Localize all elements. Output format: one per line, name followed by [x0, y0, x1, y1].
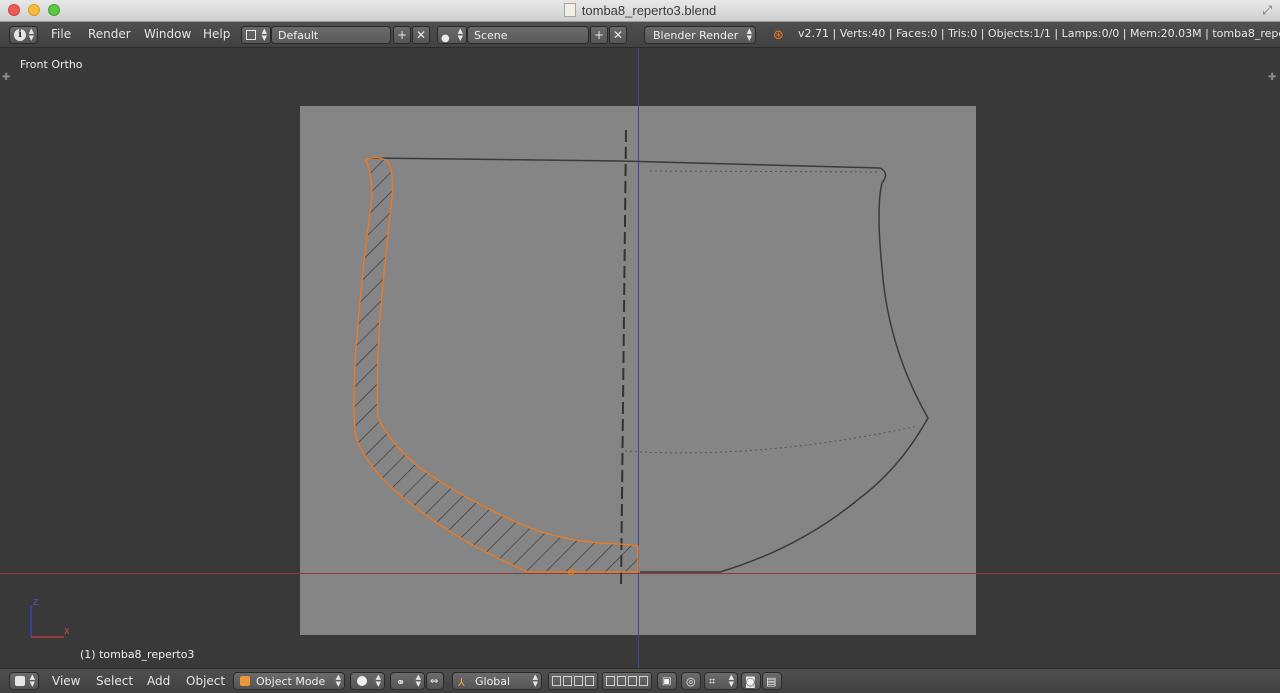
scene-name: Scene	[474, 29, 508, 42]
menu-select[interactable]: Select	[96, 673, 133, 691]
lock-icon: ▣	[662, 676, 672, 687]
lock-layers-button[interactable]: ▣	[657, 672, 677, 690]
pottery-drawing	[30, 129, 929, 638]
layer-buttons-group-1[interactable]	[548, 672, 598, 690]
menu-help[interactable]: Help	[203, 26, 230, 44]
manipulator-icon: ⇔	[430, 676, 439, 687]
layer-button[interactable]	[639, 676, 648, 686]
view-name-label: Front Ortho	[20, 58, 83, 71]
screen-layout-name: Default	[278, 29, 319, 42]
render-engine-dropdown[interactable]: Blender Render ▲ ▼	[644, 26, 756, 44]
viewport-header: ▲ ▼ View Select Add Object Object Mode ▲ ▼…	[0, 668, 1280, 693]
blender-logo-icon: ⊛	[773, 28, 784, 43]
pivot-point-dropdown[interactable]: ⚭ ▲ ▼	[390, 672, 425, 690]
vessel-right-profile	[640, 167, 929, 573]
render-animation-button[interactable]: ▤	[762, 672, 782, 690]
cube-icon	[15, 676, 25, 686]
viewport-shading-dropdown[interactable]: ▲ ▼	[350, 672, 385, 690]
menu-window[interactable]: Window	[144, 26, 191, 44]
add-scene-button[interactable]: +	[590, 26, 608, 44]
layer-buttons-group-2[interactable]	[602, 672, 652, 690]
updown-arrows-icon: ▲ ▼	[457, 27, 463, 42]
camera-icon: ◙	[745, 675, 756, 688]
layer-button[interactable]	[606, 676, 615, 686]
updown-arrows-icon: ▲ ▼	[335, 673, 341, 688]
layer-button[interactable]	[628, 676, 637, 686]
active-object-label: (1) tomba8_reperto3	[80, 648, 195, 661]
editor-type-selector[interactable]: ▲ ▼	[9, 672, 39, 690]
area-split-icon[interactable]: ✚	[1268, 72, 1276, 83]
render-button[interactable]: ◙	[741, 672, 761, 690]
menu-add[interactable]: Add	[147, 673, 170, 691]
plus-icon: +	[396, 28, 408, 42]
pivot-icon: ⚭	[396, 676, 406, 689]
updown-arrows-icon: ▲ ▼	[532, 673, 538, 688]
menu-file[interactable]: File	[51, 26, 71, 44]
document-icon	[563, 3, 576, 17]
delete-layout-button[interactable]: ✕	[412, 26, 430, 44]
proportional-edit-button[interactable]: ◎	[681, 672, 701, 690]
screen-layout-field[interactable]: Default	[271, 26, 391, 44]
updown-arrows-icon: ▲ ▼	[29, 673, 35, 688]
delete-scene-button[interactable]: ✕	[609, 26, 627, 44]
snap-icon: ⌗	[709, 675, 716, 688]
layer-button[interactable]	[617, 676, 626, 686]
mode-value: Object Mode	[256, 675, 326, 688]
updown-arrows-icon: ▲ ▼	[728, 673, 734, 688]
menu-view[interactable]: View	[52, 673, 80, 691]
mode-dropdown[interactable]: Object Mode ▲ ▼	[233, 672, 345, 690]
updown-arrows-icon: ▲ ▼	[261, 27, 267, 42]
clapboard-icon: ▤	[766, 675, 777, 688]
screen-layout-browse-button[interactable]: ▲ ▼	[241, 26, 271, 44]
vessel-center-axis	[620, 129, 627, 589]
window-title: tomba8_reperto3.blend	[0, 3, 1280, 18]
layer-button[interactable]	[585, 676, 594, 686]
layer-button[interactable]	[574, 676, 583, 686]
menu-render[interactable]: Render	[88, 26, 131, 44]
selected-section-mesh	[353, 156, 639, 573]
proportional-icon: ◎	[686, 675, 696, 688]
fullscreen-icon[interactable]: ⤢	[1262, 4, 1272, 16]
area-split-icon[interactable]: ✚	[2, 72, 10, 83]
info-icon: i	[14, 29, 26, 41]
layer-button[interactable]	[552, 676, 561, 686]
layer-button[interactable]	[563, 676, 572, 686]
updown-arrows-icon: ▲ ▼	[415, 673, 421, 688]
vessel-inner-dotted-line	[649, 170, 881, 173]
info-header: i ▲ ▼ File Render Window Help ▲ ▼ Default …	[0, 22, 1280, 48]
solid-shading-icon	[357, 676, 367, 686]
axis-z-label: Z	[33, 598, 39, 607]
editor-type-selector[interactable]: i ▲ ▼	[9, 26, 38, 44]
vessel-base-dotted-line	[624, 425, 919, 454]
orientation-value: Global	[475, 675, 511, 688]
close-icon: ✕	[612, 28, 624, 42]
window-title-text: tomba8_reperto3.blend	[581, 3, 717, 18]
axis-icon: ⅄	[458, 676, 465, 689]
layout-grid-icon	[246, 30, 256, 40]
close-icon: ✕	[415, 28, 427, 42]
axis-x-label: X	[64, 627, 70, 636]
transform-orientation-dropdown[interactable]: ⅄ Global ▲ ▼	[452, 672, 542, 690]
manipulator-toggle[interactable]: ⇔	[426, 672, 444, 690]
plus-icon: +	[593, 28, 605, 42]
updown-arrows-icon: ▲ ▼	[375, 673, 381, 688]
scene-statistics: v2.71 | Verts:40 | Faces:0 | Tris:0 | Ob…	[798, 27, 1280, 40]
3d-viewport[interactable]: Front Ortho ✚ ✚ Z X (1) tomba8_reperto3	[0, 48, 1280, 668]
scene-browse-button[interactable]: ● ▲ ▼	[437, 26, 467, 44]
render-engine-value: Blender Render	[653, 29, 739, 42]
window-title-bar: tomba8_reperto3.blend ⤢	[0, 0, 1280, 22]
updown-arrows-icon: ▲ ▼	[746, 27, 752, 42]
updown-arrows-icon: ▲ ▼	[28, 27, 34, 42]
add-layout-button[interactable]: +	[393, 26, 411, 44]
scene-field[interactable]: Scene	[467, 26, 589, 44]
snap-element-dropdown[interactable]: ⌗ ▲ ▼	[704, 672, 738, 690]
object-mode-icon	[240, 676, 250, 686]
scene-icon: ●	[441, 33, 450, 44]
menu-object[interactable]: Object	[186, 673, 225, 691]
